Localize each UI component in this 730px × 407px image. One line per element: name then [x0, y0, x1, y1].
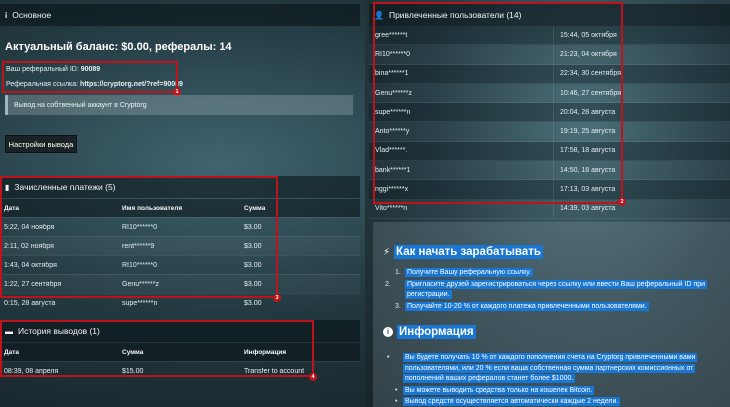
information-title: i Информация — [383, 325, 476, 339]
information-list: • Вы будете получать 10 % от каждого попо… — [387, 353, 710, 407]
annotation-box-1 — [2, 61, 178, 93]
information-item-text: Вы будете получать 10 % от каждого попол… — [403, 353, 698, 383]
info-icon: i — [5, 10, 8, 20]
annotation-badge-2: 2 — [618, 198, 626, 206]
earn-step-text: Получайте 10-20 % от каждого платежа при… — [405, 301, 649, 311]
earn-steps: 1. Получите Вашу реферальную ссылку. 2. Пр… — [385, 268, 715, 313]
lightning-icon: ⚡ — [383, 246, 391, 258]
withdraw-notice: Вывод на собтвенный аккаунт в Cryptorg — [5, 95, 353, 115]
annotation-badge-4: 4 — [309, 373, 317, 381]
annotation-badge-3: 3 — [273, 294, 281, 302]
payment-date: 0:15, 28 августа — [4, 299, 56, 307]
list-item: • Вывод средств осуществляется автоматиче… — [395, 397, 621, 406]
list-item: • Вы можете выводить средства только на к… — [395, 385, 595, 395]
main-panel-header: i Основное — [0, 4, 360, 26]
withdraw-settings-button[interactable]: Настройки вывода — [5, 135, 77, 153]
payment-amount: $3.00 — [244, 299, 262, 307]
information-item-text: Вывод средств осуществляется автоматичес… — [403, 397, 621, 406]
information-title-text: Информация — [397, 325, 476, 339]
referral-time: 14:39, 03 августа — [560, 205, 616, 213]
earn-step-text: Пригласите друзей зарегистрироваться чер… — [405, 279, 708, 299]
annotation-box-3 — [0, 176, 278, 298]
annotation-box-2 — [373, 2, 623, 204]
list-item: 1. Получите Вашу реферальную ссылку. — [395, 268, 534, 277]
main-panel-title: Основное — [12, 10, 52, 20]
earn-title: ⚡ Как начать зарабатывать — [383, 245, 543, 259]
list-item: 3. Получайте 10-20 % от каждого платежа п… — [395, 301, 649, 311]
payment-user: supe******n — [122, 299, 158, 307]
information-item-text: Вы можете выводить средства только на ко… — [403, 385, 595, 395]
earn-step-text: Получите Вашу реферальную ссылку. — [405, 268, 534, 277]
info-circle-icon: i — [383, 327, 393, 337]
list-item: 2. Пригласите друзей зарегистрироваться ч… — [385, 279, 708, 299]
list-item: • Вы будете получать 10 % от каждого попо… — [387, 353, 698, 383]
annotation-box-4 — [0, 320, 314, 377]
earn-title-text: Как начать зарабатывать — [394, 245, 543, 259]
balance-line: Актуальный баланс: $0.00, рефералы: 14 — [5, 41, 232, 53]
